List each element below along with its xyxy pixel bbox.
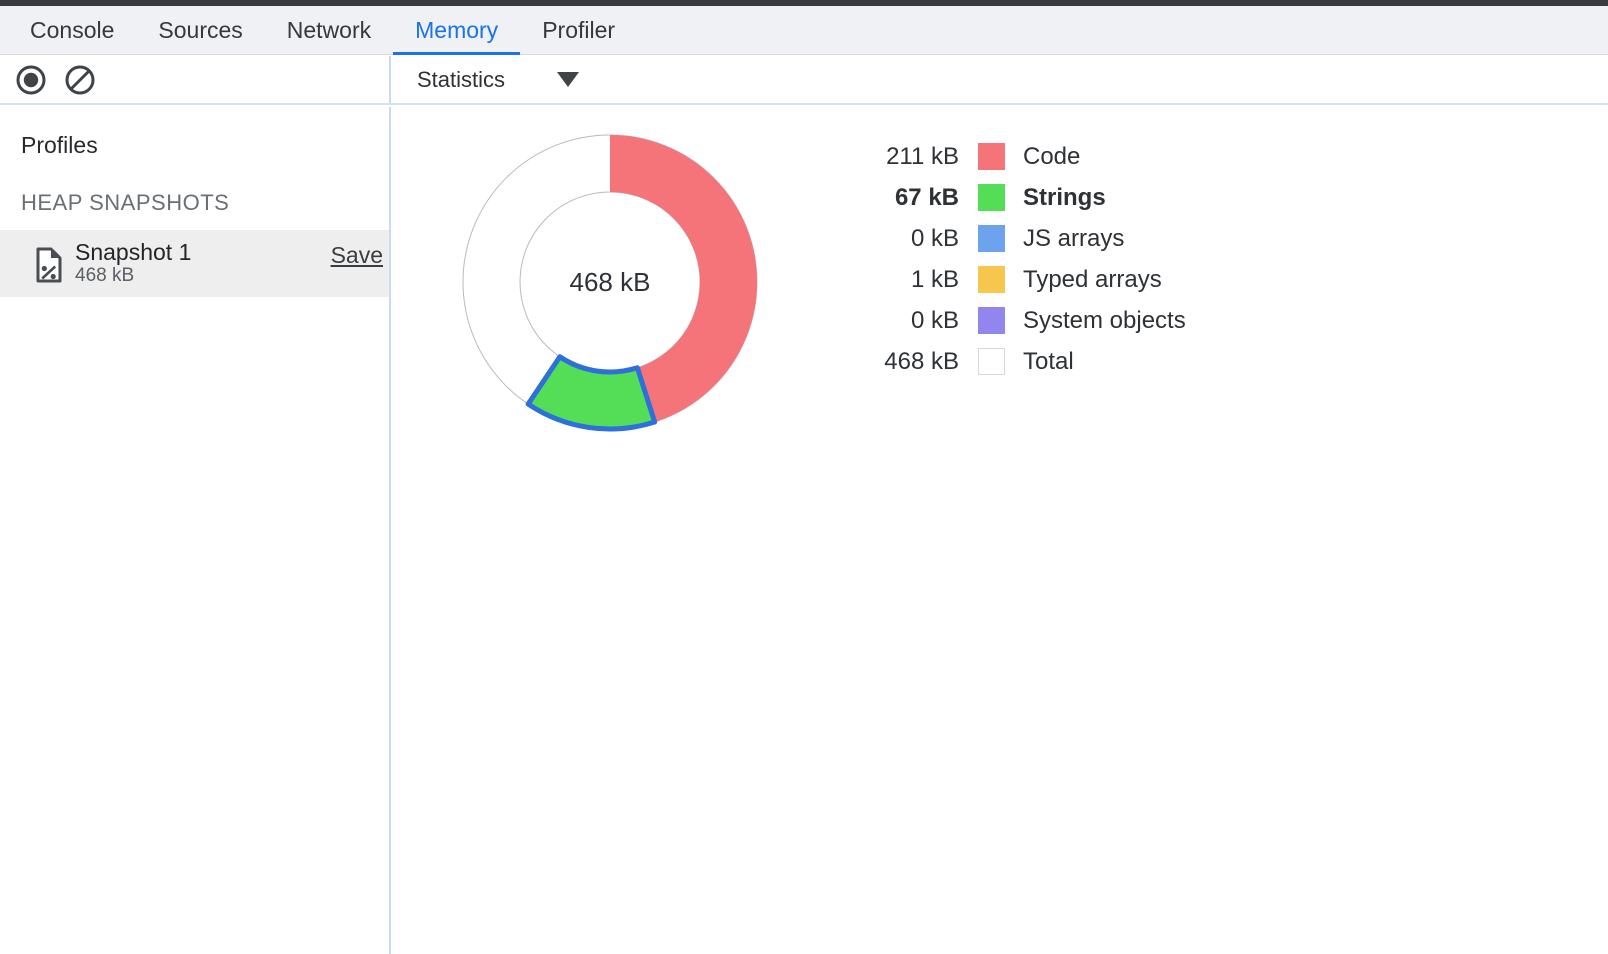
legend-value: 1 kB xyxy=(861,266,959,294)
legend-value: 211 kB xyxy=(861,143,959,171)
devtools-window: ConsoleSourcesNetworkMemoryProfiler Stat… xyxy=(0,0,1608,954)
tab-console[interactable]: Console xyxy=(8,6,136,54)
legend-swatch xyxy=(978,348,1005,375)
legend-value: 67 kB xyxy=(861,184,959,212)
legend-value: 0 kB xyxy=(861,225,959,253)
legend-value: 468 kB xyxy=(861,348,959,376)
legend-value: 0 kB xyxy=(861,307,959,335)
profiles-heading: Profiles xyxy=(21,132,389,158)
heap-snapshots-section-heading: HEAP SNAPSHOTS xyxy=(21,190,389,215)
legend-row-typed-arrays[interactable]: 1 kB Typed arrays xyxy=(861,266,1186,293)
legend: 211 kB Code 67 kB Strings 0 kB JS arrays… xyxy=(861,143,1186,389)
save-link[interactable]: Save xyxy=(331,242,383,269)
legend-label: System objects xyxy=(1023,307,1186,335)
legend-swatch xyxy=(978,143,1005,170)
record-heap-snapshot-button[interactable] xyxy=(15,64,47,96)
perspective-dropdown[interactable]: Statistics xyxy=(417,67,579,93)
legend-swatch xyxy=(978,225,1005,252)
legend-swatch xyxy=(978,184,1005,211)
legend-row-js-arrays[interactable]: 0 kB JS arrays xyxy=(861,225,1186,252)
clear-profiles-button[interactable] xyxy=(64,64,96,96)
heap-snapshot-document-icon xyxy=(34,247,64,283)
snapshot-size: 468 kB xyxy=(75,265,191,287)
chevron-down-icon xyxy=(557,72,579,87)
tab-profiler[interactable]: Profiler xyxy=(520,6,637,54)
statistics-panel: 468 kB 211 kB Code 67 kB Strings 0 kB JS… xyxy=(393,107,1608,954)
tab-memory[interactable]: Memory xyxy=(393,6,520,54)
profiles-sidebar: Profiles HEAP SNAPSHOTS Snapshot 1 468 k… xyxy=(0,107,391,954)
toolbar-left-section xyxy=(0,56,391,103)
legend-label: Total xyxy=(1023,348,1074,376)
donut-center-label: 468 kB xyxy=(570,267,651,297)
legend-row-system-objects[interactable]: 0 kB System objects xyxy=(861,307,1186,334)
heap-donut: 468 kB xyxy=(449,121,771,443)
toolbar-main-section: Statistics xyxy=(391,56,1608,103)
tab-bar: ConsoleSourcesNetworkMemoryProfiler xyxy=(0,6,1608,55)
tab-network[interactable]: Network xyxy=(265,6,393,54)
legend-label: Code xyxy=(1023,143,1080,171)
legend-row-code[interactable]: 211 kB Code xyxy=(861,143,1186,170)
snapshot-title: Snapshot 1 xyxy=(75,240,191,265)
toolbar: Statistics xyxy=(0,56,1608,105)
donut-segment-strings[interactable] xyxy=(528,357,655,429)
snapshot-text: Snapshot 1 468 kB xyxy=(75,240,191,287)
legend-swatch xyxy=(978,266,1005,293)
tab-sources[interactable]: Sources xyxy=(136,6,264,54)
legend-label: JS arrays xyxy=(1023,225,1124,253)
legend-swatch xyxy=(978,307,1005,334)
legend-label: Strings xyxy=(1023,184,1106,212)
legend-row-strings[interactable]: 67 kB Strings xyxy=(861,184,1186,211)
legend-label: Typed arrays xyxy=(1023,266,1162,294)
record-icon xyxy=(15,64,47,96)
sidebar-item-snapshot-1[interactable]: Snapshot 1 468 kB Save xyxy=(0,230,389,297)
perspective-dropdown-label: Statistics xyxy=(417,67,505,93)
clear-icon xyxy=(64,64,96,96)
legend-row-total[interactable]: 468 kB Total xyxy=(861,348,1186,375)
